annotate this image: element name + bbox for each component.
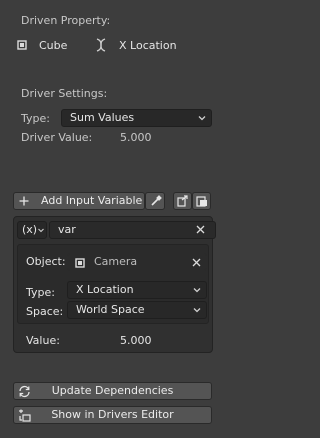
add-input-variable-label: Add Input Variable [41, 194, 143, 207]
drivers-editor-icon [18, 409, 31, 422]
variable-value: 5.000 [120, 334, 152, 347]
eyedropper-icon [150, 195, 162, 207]
transform-space-dropdown[interactable]: World Space [67, 301, 207, 319]
chevron-down-icon [198, 114, 206, 122]
variable-target-box: Object: Camera Type: X Location Space: W… [17, 244, 209, 324]
driver-type-dropdown[interactable]: Sum Values [61, 109, 212, 127]
driver-settings-heading: Driver Settings: [21, 87, 108, 100]
object-cube-icon [16, 39, 28, 51]
transform-space-value: World Space [76, 303, 145, 316]
clear-object-icon[interactable] [192, 258, 201, 267]
transform-type-dropdown[interactable]: X Location [67, 281, 207, 299]
variable-type-dropdown[interactable]: (x) [17, 221, 47, 239]
variable-name: var [58, 223, 76, 236]
update-dependencies-button[interactable]: Update Dependencies [13, 382, 212, 400]
driver-variable-panel: (x) var Object: Camera Type: X Location [13, 216, 216, 353]
driver-type-value: Sum Values [70, 111, 135, 124]
plus-icon [19, 196, 29, 206]
variable-name-field[interactable]: var [49, 221, 216, 239]
close-icon[interactable] [196, 225, 205, 234]
paste-variables-button[interactable] [192, 192, 211, 210]
object-camera-icon [74, 257, 86, 269]
variable-type-button-label: (x) [22, 223, 38, 236]
dna-fcurve-icon [95, 38, 107, 52]
show-in-drivers-editor-label: Show in Drivers Editor [51, 408, 174, 421]
transform-type-label: Type: [26, 286, 55, 299]
driven-property-name: X Location [119, 39, 177, 52]
driver-type-label: Type: [21, 112, 50, 125]
add-input-variable-button[interactable]: Add Input Variable [13, 192, 145, 210]
driver-value: 5.000 [120, 131, 152, 144]
paste-variables-icon [196, 195, 208, 207]
chevron-down-icon [193, 306, 201, 314]
variable-value-label: Value: [26, 334, 60, 347]
target-object-field[interactable]: Camera [67, 253, 207, 271]
update-dependencies-label: Update Dependencies [51, 384, 174, 397]
eyedropper-button[interactable] [145, 192, 165, 210]
show-in-drivers-editor-button[interactable]: Show in Drivers Editor [13, 406, 212, 424]
target-object-label: Object: [26, 255, 66, 268]
driven-object-name: Cube [39, 39, 68, 52]
chevron-down-icon [38, 226, 44, 234]
refresh-icon [18, 385, 31, 398]
transform-space-label: Space: [26, 305, 64, 318]
chevron-down-icon [193, 286, 201, 294]
copy-variables-button[interactable] [173, 192, 192, 210]
driven-property-heading: Driven Property: [21, 14, 111, 27]
copy-variables-icon [177, 195, 189, 207]
transform-type-value: X Location [76, 283, 134, 296]
driver-value-label: Driver Value: [21, 131, 93, 144]
target-object-name: Camera [94, 255, 138, 268]
